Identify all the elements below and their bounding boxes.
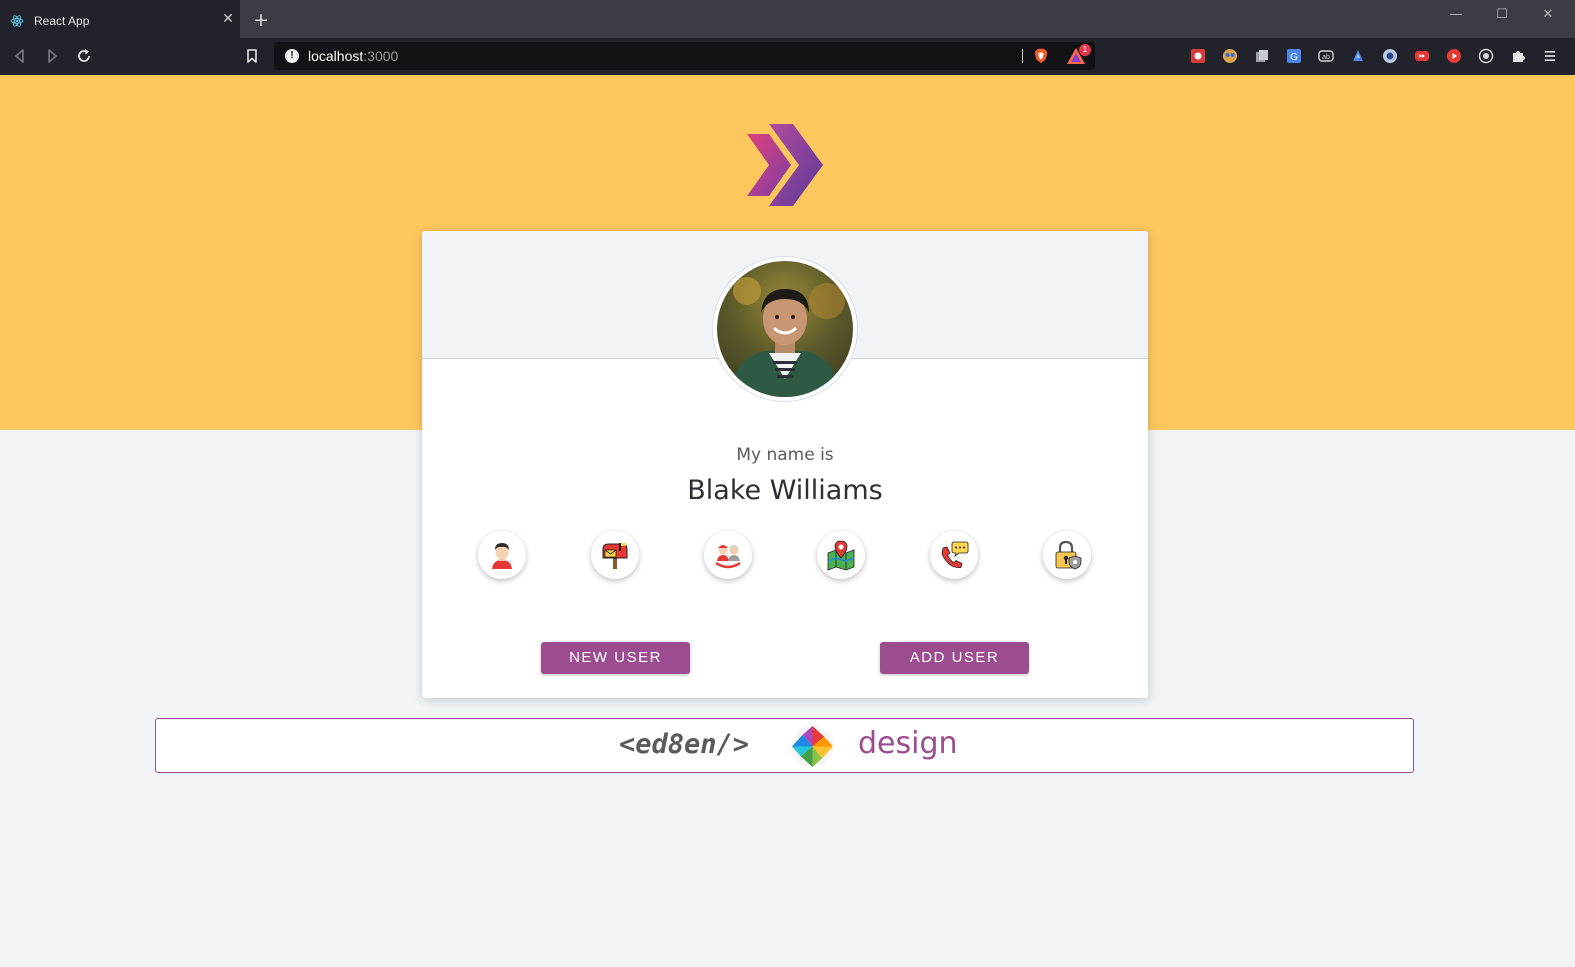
avatar <box>712 256 858 402</box>
url-separator <box>1022 49 1023 63</box>
extensions-puzzle-icon[interactable] <box>1510 48 1526 64</box>
map-location-icon <box>827 540 855 571</box>
password-lock-icon <box>1055 540 1082 570</box>
browser-tab-bar: React App ✕ + — ☐ ✕ <box>0 0 1575 38</box>
user-icon <box>492 543 512 569</box>
extension-7-icon[interactable] <box>1382 48 1398 64</box>
location-button[interactable] <box>817 531 865 579</box>
address-bar[interactable]: ! localhost:3000 1 <box>274 42 1095 70</box>
age-icon <box>715 545 741 569</box>
phone-button[interactable] <box>930 531 978 579</box>
brand-design-text: design <box>858 726 958 761</box>
rewards-badge: 1 <box>1079 44 1091 56</box>
brand-code-text: <ed8en/> <box>619 729 750 760</box>
phone-icon <box>941 541 969 569</box>
birthday-button[interactable] <box>704 531 752 579</box>
footer-banner: <ed8en/> design <box>155 718 1414 773</box>
extension-1-icon[interactable] <box>1190 48 1206 64</box>
reload-icon[interactable] <box>74 46 94 66</box>
email-button[interactable] <box>591 531 639 579</box>
forward-icon[interactable] <box>42 46 62 66</box>
password-button[interactable] <box>1043 531 1091 579</box>
menu-icon[interactable] <box>1542 48 1558 64</box>
brave-shields-icon[interactable] <box>1032 47 1050 65</box>
translate-extension-icon[interactable]: G <box>1286 48 1302 64</box>
info-label: My name is <box>736 445 834 465</box>
back-icon[interactable] <box>10 46 30 66</box>
maximize-button[interactable]: ☐ <box>1487 6 1517 24</box>
browser-tab[interactable]: React App ✕ <box>0 0 240 38</box>
extension-8-icon[interactable] <box>1414 48 1430 64</box>
tab-title: React App <box>34 14 90 28</box>
info-value: Blake Williams <box>687 475 883 506</box>
bookmark-icon[interactable] <box>242 46 262 66</box>
user-card: My name is Blake Williams NEW USER ADD U… <box>422 231 1148 698</box>
user-button[interactable] <box>478 531 526 579</box>
extension-3-icon[interactable] <box>1254 48 1270 64</box>
svg-text:ab: ab <box>1322 54 1330 61</box>
pinwheel-logo-icon <box>791 725 834 768</box>
react-icon <box>10 15 24 27</box>
youtube-extension-icon[interactable] <box>1446 48 1462 64</box>
minimize-button[interactable]: — <box>1441 6 1471 24</box>
url-text: localhost:3000 <box>308 48 398 64</box>
chevron-logo-icon <box>747 124 823 206</box>
url-host: localhost <box>308 48 364 64</box>
window-close-button[interactable]: ✕ <box>1533 6 1563 24</box>
new-tab-button[interactable]: + <box>252 11 270 30</box>
site-info-icon[interactable]: ! <box>285 49 299 63</box>
extension-5-icon[interactable]: ab <box>1318 48 1334 64</box>
user-photo <box>717 261 853 397</box>
extension-10-icon[interactable] <box>1478 48 1494 64</box>
extension-6-icon[interactable] <box>1350 48 1366 64</box>
extension-2-icon[interactable] <box>1222 48 1238 64</box>
tab-close-icon[interactable]: ✕ <box>221 12 235 26</box>
browser-toolbar: ! localhost:3000 1 G ab <box>0 38 1575 75</box>
mailbox-icon <box>602 543 628 569</box>
new-user-button[interactable]: NEW USER <box>541 642 690 674</box>
url-port: :3000 <box>363 48 399 64</box>
svg-text:G: G <box>1290 52 1298 63</box>
add-user-button[interactable]: ADD USER <box>880 642 1029 674</box>
